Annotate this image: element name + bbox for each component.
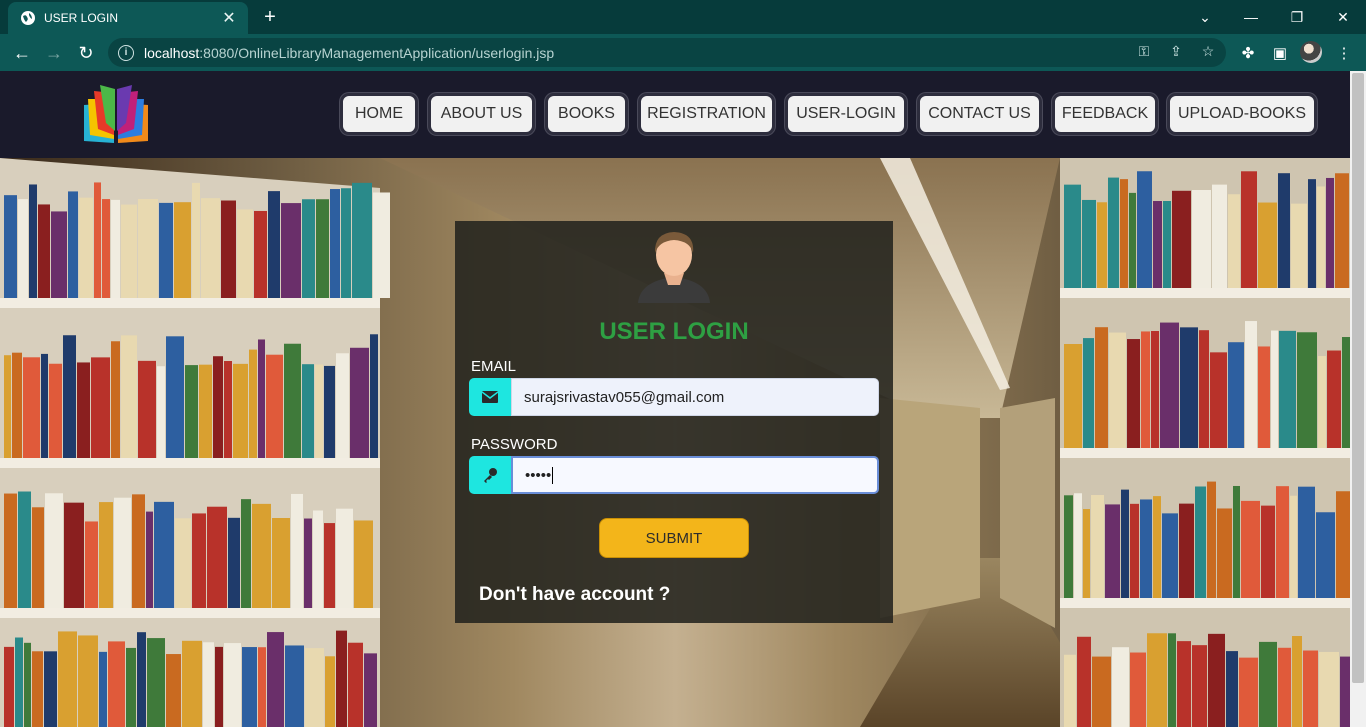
nav-contact-button[interactable]: CONTACT US: [917, 93, 1042, 135]
url-host: localhost: [144, 44, 200, 61]
nav-home-button[interactable]: HOME: [340, 93, 418, 135]
password-label: PASSWORD: [471, 436, 558, 453]
bookmark-star-icon[interactable]: ☆: [1198, 41, 1218, 61]
tab-search-icon[interactable]: ⌄: [1182, 0, 1228, 34]
nav-user-login-button[interactable]: USER-LOGIN: [785, 93, 907, 135]
nav-label: BOOKS: [558, 105, 615, 122]
reload-button[interactable]: ↻: [72, 39, 100, 67]
nav-label: HOME: [355, 105, 403, 122]
password-value: •••••: [525, 466, 552, 484]
nav-registration-button[interactable]: REGISTRATION: [638, 93, 775, 135]
tab-title: USER LOGIN: [44, 11, 119, 25]
nav-feedback-button[interactable]: FEEDBACK: [1052, 93, 1158, 135]
nav-about-button[interactable]: ABOUT US: [428, 93, 535, 135]
browser-toolbar: ← → ↻ i localhost:8080/OnlineLibraryMana…: [0, 34, 1366, 71]
text-caret: [552, 466, 554, 484]
forward-button[interactable]: →: [40, 39, 68, 67]
nav-label: CONTACT US: [928, 105, 1031, 122]
key-icon: [469, 456, 511, 494]
browser-tab-strip: USER LOGIN ✕ + ⌄ — ❐ ✕: [0, 0, 1366, 34]
browser-tab[interactable]: USER LOGIN ✕: [8, 2, 248, 34]
extensions-icon[interactable]: ✤: [1234, 39, 1262, 67]
close-window-button[interactable]: ✕: [1320, 0, 1366, 34]
new-tab-button[interactable]: +: [258, 5, 282, 29]
submit-label: SUBMIT: [645, 529, 703, 547]
address-bar[interactable]: i localhost:8080/OnlineLibraryManagement…: [108, 38, 1226, 67]
user-avatar-icon: [638, 232, 710, 303]
site-info-icon[interactable]: i: [118, 44, 134, 61]
side-panel-icon[interactable]: ▣: [1266, 39, 1294, 67]
close-tab-icon[interactable]: ✕: [220, 9, 238, 27]
share-icon[interactable]: ⇪: [1166, 41, 1186, 61]
scrollbar-thumb[interactable]: [1352, 73, 1364, 683]
nav-books-button[interactable]: BOOKS: [545, 93, 628, 135]
nav-upload-books-button[interactable]: UPLOAD-BOOKS: [1167, 93, 1317, 135]
password-input[interactable]: •••••: [511, 456, 879, 494]
envelope-icon: [469, 378, 511, 416]
login-title: USER LOGIN: [599, 318, 749, 345]
nav-label: ABOUT US: [440, 105, 523, 122]
nav-label: REGISTRATION: [647, 105, 766, 122]
submit-button[interactable]: SUBMIT: [599, 518, 749, 558]
email-value: surajsrivastav055@gmail.com: [524, 388, 725, 406]
back-button[interactable]: ←: [8, 39, 36, 67]
email-input[interactable]: surajsrivastav055@gmail.com: [511, 378, 879, 416]
nav-label: FEEDBACK: [1061, 105, 1149, 122]
no-account-link[interactable]: Don't have account ?: [479, 584, 670, 606]
restore-button[interactable]: ❐: [1274, 0, 1320, 34]
nav-label: UPLOAD-BOOKS: [1177, 105, 1307, 122]
menu-kebab-icon[interactable]: ⋮: [1330, 39, 1358, 67]
profile-avatar[interactable]: [1300, 41, 1322, 63]
url-path: :8080/OnlineLibraryManagementApplication…: [199, 44, 555, 61]
minimize-button[interactable]: —: [1228, 0, 1274, 34]
nav-label: USER-LOGIN: [796, 105, 896, 122]
book-logo-icon[interactable]: [80, 83, 152, 145]
key-icon[interactable]: ⚿: [1134, 41, 1154, 61]
globe-icon: [21, 11, 35, 25]
email-label: EMAIL: [471, 358, 517, 375]
